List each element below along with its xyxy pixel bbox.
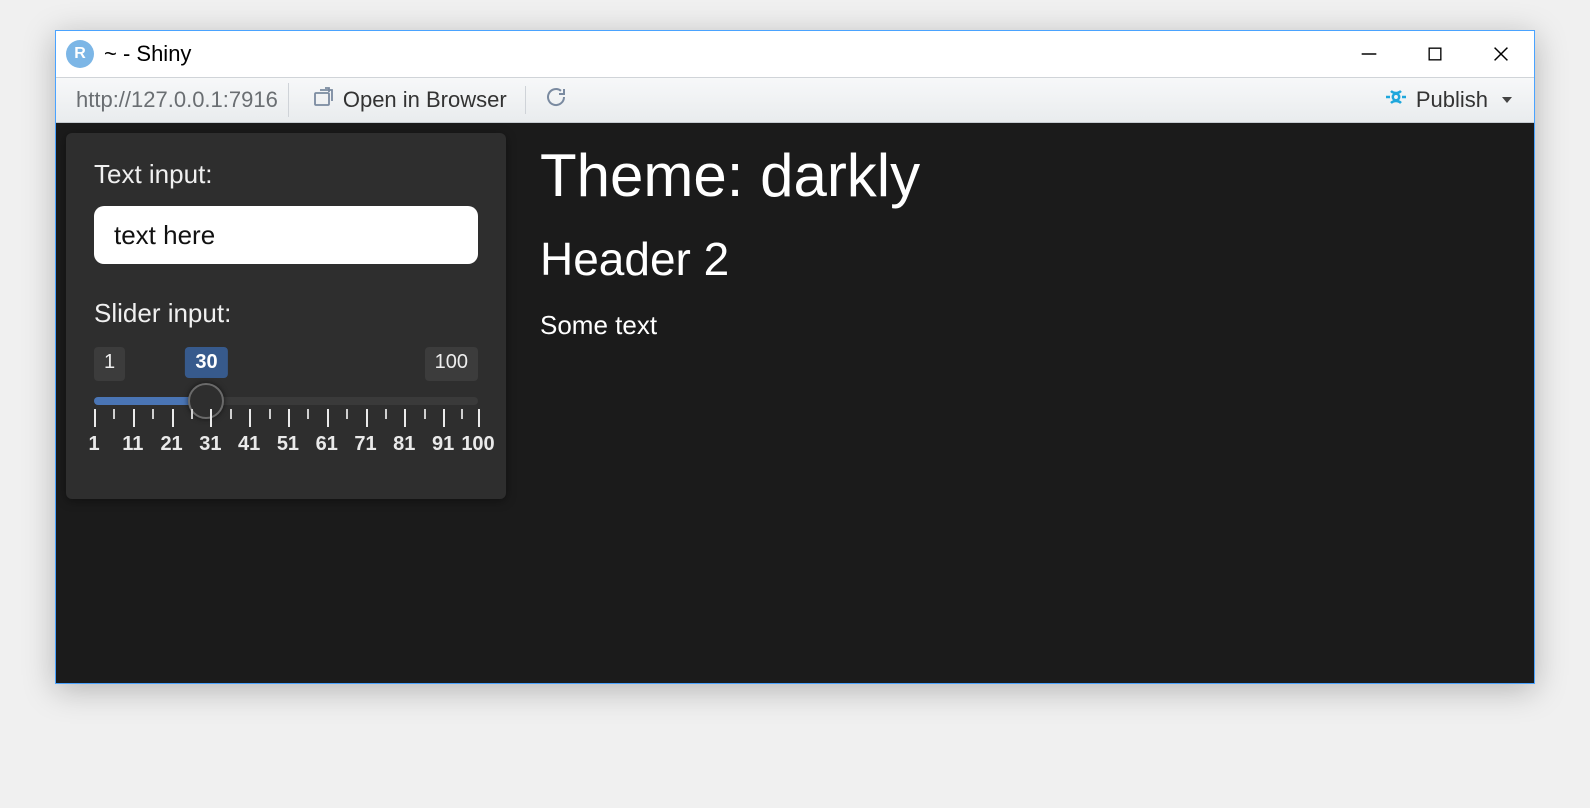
slider-input-label: Slider input: bbox=[94, 298, 478, 329]
slider-tick-minor bbox=[307, 409, 309, 419]
slider-tick bbox=[249, 409, 251, 427]
toolbar: http://127.0.0.1:7916 Open in Browser Pu… bbox=[56, 77, 1534, 123]
maximize-button[interactable] bbox=[1402, 31, 1468, 77]
slider-tick-label: 41 bbox=[238, 433, 260, 456]
slider-tick-label: 81 bbox=[393, 433, 415, 456]
page-title: Theme: darkly bbox=[540, 141, 920, 210]
r-logo-icon: R bbox=[66, 40, 94, 68]
slider-tick-label: 21 bbox=[160, 433, 182, 456]
titlebar: R ~ - Shiny bbox=[56, 31, 1534, 77]
slider-tick bbox=[443, 409, 445, 427]
window-controls bbox=[1336, 31, 1534, 77]
open-in-browser-label: Open in Browser bbox=[343, 87, 507, 113]
sidebar-panel: Text input: Slider input: 1 30 100 11121… bbox=[66, 133, 506, 499]
slider-tick-label: 91 bbox=[432, 433, 454, 456]
slider-tick-minor bbox=[346, 409, 348, 419]
slider-tick-minor bbox=[152, 409, 154, 419]
slider-tick-label: 61 bbox=[316, 433, 338, 456]
slider-tick-label: 51 bbox=[277, 433, 299, 456]
slider-tick-minor bbox=[191, 409, 193, 419]
shiny-app: Text input: Slider input: 1 30 100 11121… bbox=[56, 123, 1534, 683]
text-input-label: Text input: bbox=[94, 159, 478, 190]
publish-icon bbox=[1384, 85, 1408, 115]
slider-tick bbox=[366, 409, 368, 427]
slider-tick-minor bbox=[230, 409, 232, 419]
slider-tick-minor bbox=[269, 409, 271, 419]
slider-tick-label: 31 bbox=[199, 433, 221, 456]
reload-button[interactable] bbox=[532, 81, 580, 119]
slider-tick-minor bbox=[461, 409, 463, 419]
open-in-browser-button[interactable]: Open in Browser bbox=[299, 81, 519, 119]
close-button[interactable] bbox=[1468, 31, 1534, 77]
slider-min-badge: 1 bbox=[94, 347, 125, 381]
slider-tick bbox=[288, 409, 290, 427]
main-panel: Theme: darkly Header 2 Some text bbox=[530, 123, 930, 351]
slider-tick-labels: 1112131415161718191100 bbox=[94, 433, 478, 459]
slider-tick-minor bbox=[113, 409, 115, 419]
app-window: R ~ - Shiny http://127.0.0.1:7916 Open i… bbox=[55, 30, 1535, 684]
slider-tick bbox=[133, 409, 135, 427]
slider-tick bbox=[478, 409, 480, 427]
toolbar-divider bbox=[525, 86, 526, 114]
slider-value-badge: 30 bbox=[185, 347, 227, 378]
slider-tick-label: 11 bbox=[122, 433, 143, 456]
publish-button[interactable]: Publish bbox=[1372, 81, 1524, 119]
slider-tick-label: 1 bbox=[88, 433, 99, 456]
publish-label: Publish bbox=[1416, 87, 1488, 113]
slider-tick-minor bbox=[424, 409, 426, 419]
url-display[interactable]: http://127.0.0.1:7916 bbox=[66, 83, 289, 117]
slider-max-badge: 100 bbox=[425, 347, 478, 381]
body-text: Some text bbox=[540, 310, 920, 341]
slider-tick bbox=[94, 409, 96, 427]
slider-tick bbox=[172, 409, 174, 427]
window-title: ~ - Shiny bbox=[104, 41, 1336, 67]
slider-tick-label: 100 bbox=[461, 433, 494, 456]
minimize-button[interactable] bbox=[1336, 31, 1402, 77]
slider-input[interactable]: 1 30 100 1112131415161718191100 bbox=[94, 347, 478, 459]
slider-tick bbox=[210, 409, 212, 427]
open-in-browser-icon bbox=[311, 85, 335, 115]
slider-tick bbox=[327, 409, 329, 427]
chevron-down-icon bbox=[1502, 97, 1512, 103]
slider-track[interactable] bbox=[94, 393, 478, 409]
slider-ticks bbox=[94, 409, 478, 431]
slider-tick-label: 71 bbox=[354, 433, 376, 456]
header-2: Header 2 bbox=[540, 232, 920, 286]
text-input[interactable] bbox=[94, 206, 478, 264]
slider-tick bbox=[404, 409, 406, 427]
reload-icon bbox=[544, 85, 568, 115]
slider-tick-minor bbox=[385, 409, 387, 419]
